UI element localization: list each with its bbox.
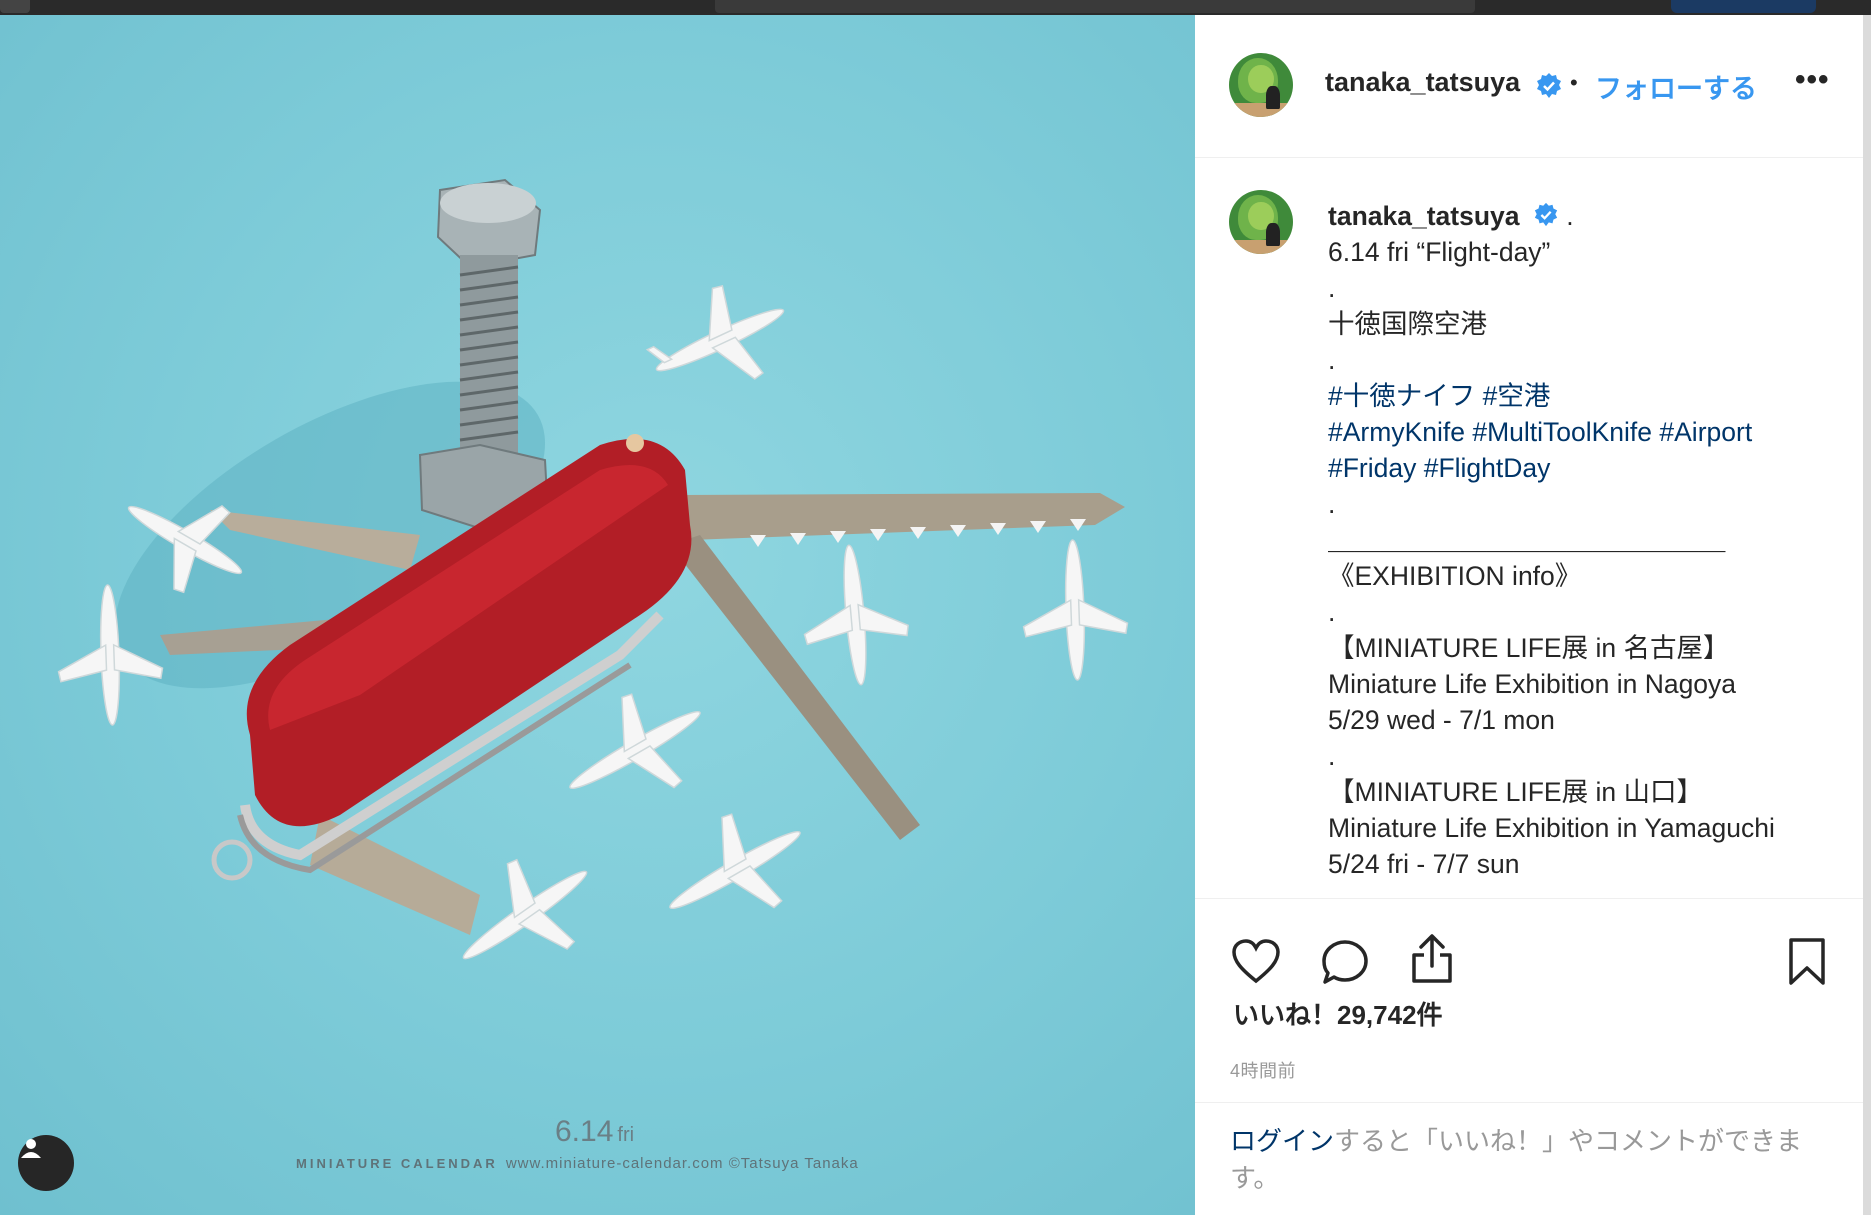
caption-line: .: [1328, 345, 1336, 375]
caption-period: .: [1566, 201, 1574, 231]
caption-text: tanaka_tatsuya . 6.14 fri “Flight-day”. 十…: [1328, 198, 1848, 882]
strip-segment: [0, 0, 30, 13]
hashtag-line[interactable]: #ArmyKnife #MultiToolKnife #Airport: [1328, 414, 1848, 450]
caption-lines: 6.14 fri “Flight-day”. 十徳国際空港. #十徳ナイフ #空港 #…: [1328, 234, 1848, 882]
save-button[interactable]: [1787, 937, 1827, 992]
share-icon: [1412, 934, 1452, 983]
separator-dot: •: [1570, 70, 1578, 95]
heart-icon: [1232, 939, 1280, 984]
tagged-user-button[interactable]: [18, 1135, 74, 1191]
caption-avatar[interactable]: [1229, 190, 1293, 254]
more-options-button[interactable]: •••: [1795, 63, 1830, 97]
caption-line: 5/29 wed - 7/1 mon: [1328, 705, 1555, 735]
caption-line: 6.14 fri “Flight-day”: [1328, 237, 1551, 267]
caption-line: .: [1328, 741, 1336, 771]
author-username[interactable]: tanaka_tatsuya: [1325, 67, 1520, 98]
caption-line: .: [1328, 597, 1336, 627]
caption-line: 【MINIATURE LIFE展 in 名古屋】: [1328, 633, 1730, 663]
saw-blade: [670, 493, 1125, 840]
photo-date: 6.14 fri: [555, 1115, 635, 1148]
verified-badge-icon: [1534, 202, 1558, 227]
like-button[interactable]: [1231, 939, 1281, 990]
share-button[interactable]: [1409, 933, 1455, 990]
hashtag-line[interactable]: #十徳ナイフ #空港: [1328, 378, 1848, 414]
window-edge: [1863, 15, 1871, 1215]
author-avatar[interactable]: [1229, 53, 1293, 117]
caption-line: .: [1328, 489, 1336, 519]
caption-header-line: tanaka_tatsuya .: [1328, 198, 1848, 234]
strip-button: [1671, 0, 1816, 13]
user-icon: [21, 1139, 41, 1158]
bookmark-icon: [1789, 938, 1825, 985]
login-link[interactable]: ログイン: [1230, 1126, 1334, 1156]
action-bar: いいね！29,742件 4時間前 ログインすると「いいね！」やコメントができます…: [1195, 899, 1863, 1215]
caption-area: tanaka_tatsuya . 6.14 fri “Flight-day”. 十…: [1195, 158, 1863, 899]
post-header: tanaka_tatsuya • フォローする •••: [1195, 15, 1863, 158]
caption-line: 《EXHIBITION info》: [1328, 561, 1582, 591]
verified-badge-icon: [1537, 73, 1561, 98]
bolt: [418, 178, 550, 532]
caption-line: Miniature Life Exhibition in Yamaguchi: [1328, 813, 1775, 843]
strip-segment: [715, 0, 1475, 13]
caption-line: .: [1328, 273, 1336, 303]
photo-credit: MINIATURE CALENDAR www.miniature-calendar…: [296, 1155, 859, 1172]
comment-icon: [1322, 940, 1368, 984]
caption-line: Miniature Life Exhibition in Nagoya: [1328, 669, 1737, 699]
browser-top-strip: [0, 0, 1871, 15]
caption-username[interactable]: tanaka_tatsuya: [1328, 201, 1520, 231]
like-count[interactable]: いいね！29,742件: [1233, 995, 1443, 1032]
hashtag-line[interactable]: #Friday #FlightDay: [1328, 450, 1848, 486]
caption-line: 【MINIATURE LIFE展 in 山口】: [1328, 777, 1703, 807]
post-photo[interactable]: 6.14 fri MINIATURE CALENDAR www.miniature-…: [0, 15, 1195, 1215]
post-timestamp[interactable]: 4時間前: [1230, 1057, 1296, 1083]
photo-illustration: [57, 178, 1129, 960]
caption-line: ＿＿＿＿＿＿＿＿＿＿＿＿＿＿＿: [1328, 525, 1726, 555]
login-prompt: ログインすると「いいね！」やコメントができます。: [1230, 1123, 1830, 1197]
divider: [1195, 1102, 1863, 1103]
caption-line: 十徳国際空港: [1328, 309, 1487, 339]
follow-button[interactable]: フォローする: [1595, 67, 1757, 106]
comment-button[interactable]: [1321, 939, 1369, 990]
caption-line: 5/24 fri - 7/7 sun: [1328, 849, 1520, 879]
post-side-panel: tanaka_tatsuya • フォローする ••• tanaka_tatsu…: [1195, 15, 1863, 1215]
